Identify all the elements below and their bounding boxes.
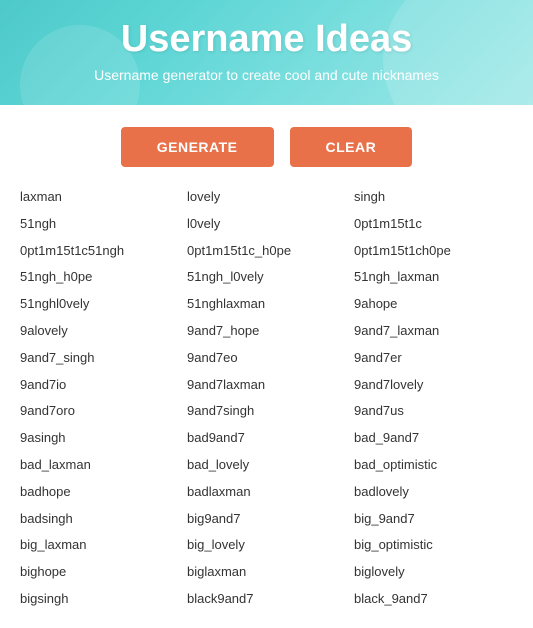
list-item: bad_optimistic — [350, 453, 517, 478]
list-item: 51nghl0vely — [16, 292, 183, 317]
list-item: 9and7io — [16, 373, 183, 398]
list-item: 9and7_singh — [16, 346, 183, 371]
list-item: badlaxman — [183, 480, 350, 505]
list-item: big_lovely — [183, 533, 350, 558]
list-item: bad_lovely — [183, 453, 350, 478]
username-column-1: laxman51ngh0pt1m15t1c51ngh51ngh_h0pe51ng… — [16, 185, 183, 612]
list-item: black_9and7 — [350, 587, 517, 612]
list-item: biglovely — [350, 560, 517, 585]
list-item: 51ngh_h0pe — [16, 265, 183, 290]
username-column-3: singh0pt1m15t1c0pt1m15t1ch0pe51ngh_laxma… — [350, 185, 517, 612]
list-item: badhope — [16, 480, 183, 505]
list-item: 9and7us — [350, 399, 517, 424]
list-item: l0vely — [183, 212, 350, 237]
list-item: 0pt1m15t1c_h0pe — [183, 239, 350, 264]
clear-button[interactable]: CLEAR — [290, 127, 413, 167]
list-item: lovely — [183, 185, 350, 210]
list-item: big_9and7 — [350, 507, 517, 532]
list-item: 0pt1m15t1ch0pe — [350, 239, 517, 264]
list-item: 9and7_hope — [183, 319, 350, 344]
list-item: big_optimistic — [350, 533, 517, 558]
list-item: badlovely — [350, 480, 517, 505]
list-item: badsingh — [16, 507, 183, 532]
page-subtitle: Username generator to create cool and cu… — [20, 67, 513, 83]
list-item: 9and7laxman — [183, 373, 350, 398]
list-item: bad9and7 — [183, 426, 350, 451]
list-item: bigsingh — [16, 587, 183, 612]
generate-button[interactable]: GENERATE — [121, 127, 274, 167]
list-item: big_laxman — [16, 533, 183, 558]
page-title: Username Ideas — [20, 18, 513, 61]
list-item: 0pt1m15t1c51ngh — [16, 239, 183, 264]
list-item: 0pt1m15t1c — [350, 212, 517, 237]
list-item: 51ngh_l0vely — [183, 265, 350, 290]
username-column-2: lovelyl0vely0pt1m15t1c_h0pe51ngh_l0vely5… — [183, 185, 350, 612]
button-row: GENERATE CLEAR — [0, 105, 533, 185]
list-item: 9alovely — [16, 319, 183, 344]
header-section: Username Ideas Username generator to cre… — [0, 0, 533, 105]
list-item: bighope — [16, 560, 183, 585]
list-item: 51ngh — [16, 212, 183, 237]
list-item: black9and7 — [183, 587, 350, 612]
list-item: singh — [350, 185, 517, 210]
list-item: 9and7singh — [183, 399, 350, 424]
list-item: 9and7er — [350, 346, 517, 371]
list-item: bad_9and7 — [350, 426, 517, 451]
list-item: 51ngh_laxman — [350, 265, 517, 290]
list-item: 9and7oro — [16, 399, 183, 424]
list-item: biglaxman — [183, 560, 350, 585]
list-item: 9asingh — [16, 426, 183, 451]
list-item: laxman — [16, 185, 183, 210]
list-item: 9and7_laxman — [350, 319, 517, 344]
username-list: laxman51ngh0pt1m15t1c51ngh51ngh_h0pe51ng… — [0, 185, 533, 628]
list-item: bad_laxman — [16, 453, 183, 478]
list-item: 9and7eo — [183, 346, 350, 371]
list-item: 9ahope — [350, 292, 517, 317]
list-item: big9and7 — [183, 507, 350, 532]
list-item: 51nghlaxman — [183, 292, 350, 317]
list-item: 9and7lovely — [350, 373, 517, 398]
